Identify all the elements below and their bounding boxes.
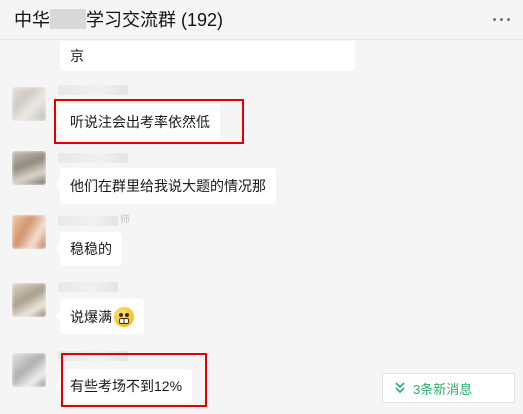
avatar[interactable]: [12, 283, 46, 317]
message-bubble[interactable]: 京: [60, 41, 355, 71]
sender-name-redacted: 师: [58, 216, 130, 226]
message-bubble[interactable]: 有些考场不到12%: [54, 369, 193, 403]
message-text: 稳稳的: [70, 241, 112, 257]
sender-name-redacted: [58, 282, 118, 292]
message-list[interactable]: 京 听说注会出考率依然低 他们在群里给我说大题的情况那 师 稳稳的 说爆满 有些…: [0, 41, 523, 414]
more-dots-icon[interactable]: [493, 16, 511, 22]
message-bubble[interactable]: 听说注会出考率依然低: [55, 104, 220, 140]
message-text: 有些考场不到12%: [70, 378, 183, 394]
sender-name-redacted: [58, 153, 128, 163]
double-chevron-down-icon: [395, 382, 405, 394]
chat-title: 中华 学习交流群 (192): [14, 8, 223, 32]
message-text: 说爆满: [70, 308, 112, 325]
message-bubble[interactable]: 他们在群里给我说大题的情况那: [55, 168, 276, 204]
avatar[interactable]: [12, 151, 46, 185]
message-text: 京: [70, 48, 84, 64]
redacted-block: [50, 9, 86, 29]
chat-header: 中华 学习交流群 (192): [0, 0, 523, 40]
sender-name-redacted: [58, 351, 128, 361]
message-bubble[interactable]: 说爆满: [55, 299, 144, 334]
chat-title-suffix: 学习交流群 (192): [86, 10, 224, 30]
message-text: 他们在群里给我说大题的情况那: [70, 178, 266, 194]
new-messages-label: 3条新消息: [413, 381, 473, 397]
sender-name-redacted: [58, 85, 128, 95]
chat-title-prefix: 中华: [14, 10, 50, 30]
avatar[interactable]: [12, 215, 46, 249]
message-bubble[interactable]: 稳稳的: [55, 232, 122, 266]
avatar[interactable]: [12, 353, 46, 387]
grimacing-face-icon: [114, 306, 134, 327]
message-text: 听说注会出考率依然低: [70, 114, 210, 130]
new-messages-button[interactable]: 3条新消息: [382, 373, 515, 403]
avatar[interactable]: [12, 87, 46, 121]
